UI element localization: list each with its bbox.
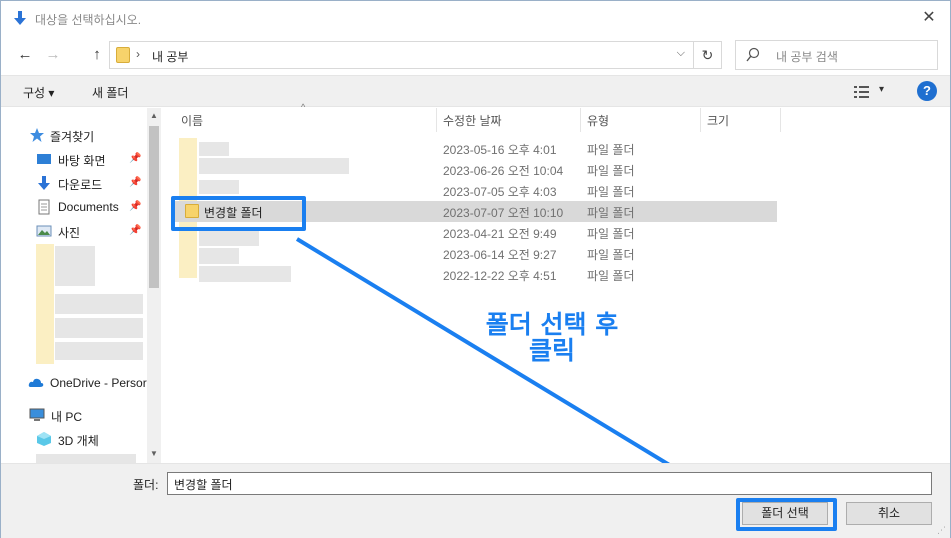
cancel-button[interactable]: 취소 [846,502,932,525]
annotation-text: 폴더 선택 후 클릭 [464,312,640,364]
annotation-line-1: 폴더 선택 후 [485,310,619,339]
annotation-line-2: 클릭 [528,336,575,365]
highlight-select-button [736,498,837,531]
resize-grip-icon[interactable]: ⋰ [937,525,947,535]
folder-name-input[interactable]: 변경할 폴더 [167,472,932,495]
folder-label: 폴더: [133,478,159,492]
folder-picker-dialog: 대상을 선택하십시오. ✕ ← → ↑ › 내 공부 ⌵ ↻ 내 공부 검색 구… [0,0,951,538]
annotation-arrow [295,237,725,498]
